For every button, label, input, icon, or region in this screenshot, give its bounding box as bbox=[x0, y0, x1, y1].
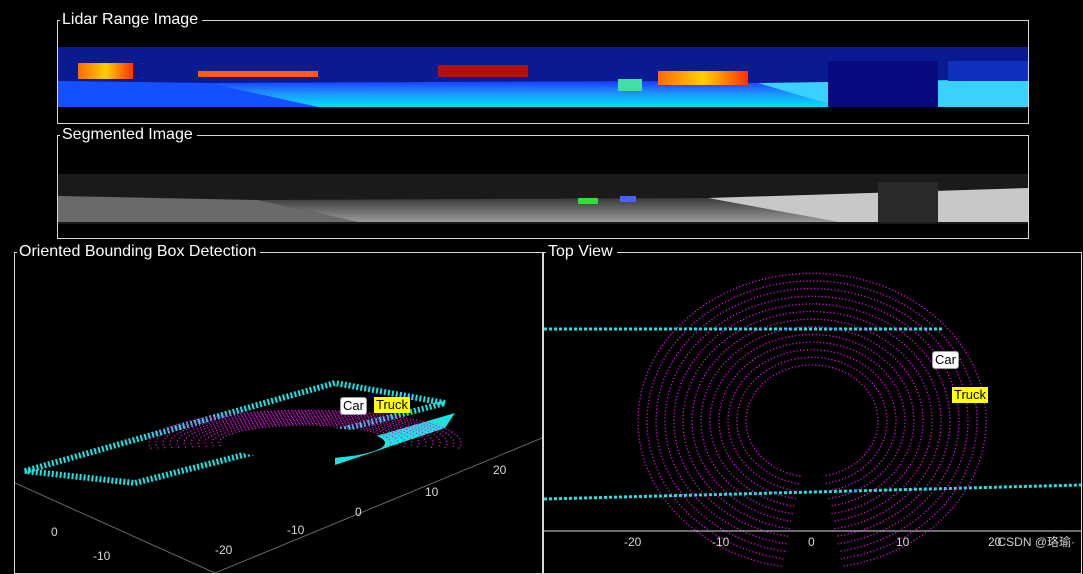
top-tick-x-3: 0 bbox=[808, 535, 815, 549]
obb-tick-x-3: 0 bbox=[355, 505, 362, 519]
top-truck-label: Truck bbox=[952, 387, 989, 403]
obb-tick-left-2: -10 bbox=[93, 549, 111, 563]
top-view-panel: Top View Car Truck -20 -10 0 10 20 bbox=[543, 243, 1082, 574]
obb-title: Oriented Bounding Box Detection bbox=[17, 243, 261, 261]
watermark: CSDN @珞瑜· bbox=[997, 535, 1075, 549]
top-tick-x-4: 10 bbox=[896, 535, 910, 549]
obb-car-label: Car bbox=[340, 397, 367, 415]
segmented-image-panel: Segmented Image bbox=[57, 126, 1029, 239]
obb-tick-x-1: -20 bbox=[215, 543, 233, 557]
top-view-point-cloud bbox=[544, 272, 1081, 568]
obb-truck-label: Truck bbox=[374, 397, 411, 413]
obb-tick-x-2: -10 bbox=[287, 523, 305, 537]
segmented-image-title: Segmented Image bbox=[60, 126, 197, 144]
obb-tick-left-1: 0 bbox=[51, 525, 58, 539]
top-car-label: Car bbox=[932, 351, 959, 369]
top-tick-x-1: -20 bbox=[624, 535, 642, 549]
range-image bbox=[58, 47, 1028, 107]
top-tick-x-2: -10 bbox=[712, 535, 730, 549]
segmented-image bbox=[58, 174, 1028, 224]
range-image-panel: Lidar Range Image bbox=[57, 11, 1029, 124]
range-image-title: Lidar Range Image bbox=[60, 11, 203, 29]
obb-tick-y-1: 10 bbox=[425, 485, 439, 499]
top-view-title: Top View bbox=[546, 243, 617, 261]
obb-tick-y-2: 20 bbox=[493, 463, 507, 477]
obb-point-cloud bbox=[15, 379, 542, 573]
obb-panel: Oriented Bounding Box Detection Car Truc… bbox=[14, 243, 543, 574]
